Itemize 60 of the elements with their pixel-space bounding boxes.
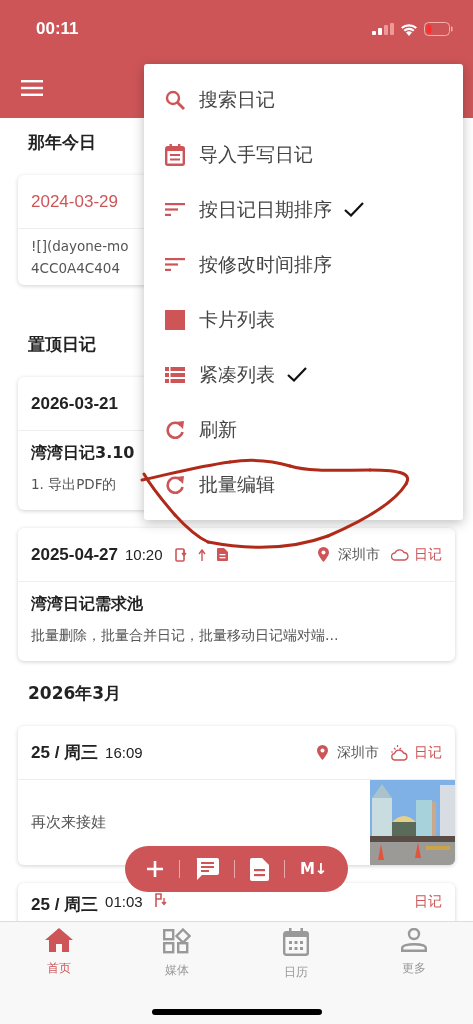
calendar-icon — [282, 928, 309, 956]
chat-icon — [194, 858, 219, 880]
location-text: 深圳市 — [338, 545, 380, 564]
compact-list-icon — [165, 366, 185, 383]
refresh-icon — [165, 419, 185, 440]
sun-cloud-icon — [390, 744, 409, 761]
add-icon — [145, 860, 164, 878]
entry-title: 湾湾日记需求池 — [31, 594, 143, 615]
entry-time: 16:09 — [105, 744, 143, 761]
entry-preview: ![](dayone-mo — [31, 237, 129, 256]
menu-item[interactable]: 紧凑列表 — [144, 347, 463, 402]
wifi-icon — [400, 22, 418, 36]
home-icon — [45, 928, 74, 952]
document-icon — [249, 857, 269, 881]
sort-icon — [165, 203, 185, 216]
battery-icon — [424, 22, 453, 36]
location-pin-icon — [318, 547, 329, 562]
menu-icon[interactable] — [21, 80, 43, 96]
calendar-icon — [165, 143, 185, 166]
menu-item[interactable]: 导入手写日记 — [144, 127, 463, 182]
menu-item[interactable]: 卡片列表 — [144, 292, 463, 347]
entry-time: 10:20 — [124, 546, 163, 563]
menu-item[interactable]: 批量编辑 — [144, 457, 463, 512]
shapes-icon — [163, 928, 192, 954]
person-icon — [400, 928, 427, 952]
entry-tag: 日记 — [414, 893, 442, 911]
card-list-icon — [165, 309, 185, 330]
menu-item[interactable]: 按修改时间排序 — [144, 237, 463, 292]
sort-icon — [165, 258, 185, 271]
entry-date: 2024-03-29 — [31, 191, 118, 212]
status-time: 00:11 — [36, 19, 79, 39]
cloud-icon — [391, 548, 409, 561]
location-pin-icon — [317, 745, 328, 760]
entry-preview: 4CC0A4C404 — [31, 259, 121, 278]
menu-item[interactable]: 搜索日记 — [144, 72, 463, 127]
section-title: 置顶日记 — [28, 333, 96, 355]
entry-preview: 1. 导出PDF的 — [31, 475, 117, 494]
menu-item[interactable]: 按日记日期排序 — [144, 182, 463, 237]
refresh-icon — [165, 474, 185, 495]
document-icon — [216, 548, 228, 561]
menu-item[interactable]: 刷新 — [144, 402, 463, 457]
entry-date: 25 / 周三 — [31, 894, 99, 916]
nav-tab[interactable]: 首页 — [19, 928, 100, 977]
entry-time: 01:03 — [105, 893, 143, 910]
entry-tag: 日记 — [414, 743, 442, 762]
diary-card[interactable]: 2025-04-27 10:20 深圳市 日记 湾湾日记需求池 批量删除，批量合并日记，批量移动日记端对端… — [18, 528, 455, 661]
entry-title: 湾湾日记3.10 — [31, 443, 135, 464]
entry-text: 再次来接娃 — [31, 813, 106, 832]
entry-preview: 批量删除，批量合并日记，批量移动日记端对端… — [31, 626, 339, 645]
entry-date: 25 / 周三 — [31, 742, 99, 764]
entry-tag: 日记 — [414, 545, 442, 564]
section-title: 2026年3月 — [28, 682, 122, 704]
search-icon — [165, 89, 185, 110]
location-text: 深圳市 — [337, 743, 379, 762]
entry-date: 2025-04-27 — [31, 544, 118, 565]
entry-date: 2026-03-21 — [31, 393, 118, 414]
phone-download-icon — [174, 547, 187, 562]
signal-icon — [372, 23, 394, 35]
section-title: 那年今日 — [28, 131, 96, 153]
upload-arrow-icon — [197, 548, 206, 561]
